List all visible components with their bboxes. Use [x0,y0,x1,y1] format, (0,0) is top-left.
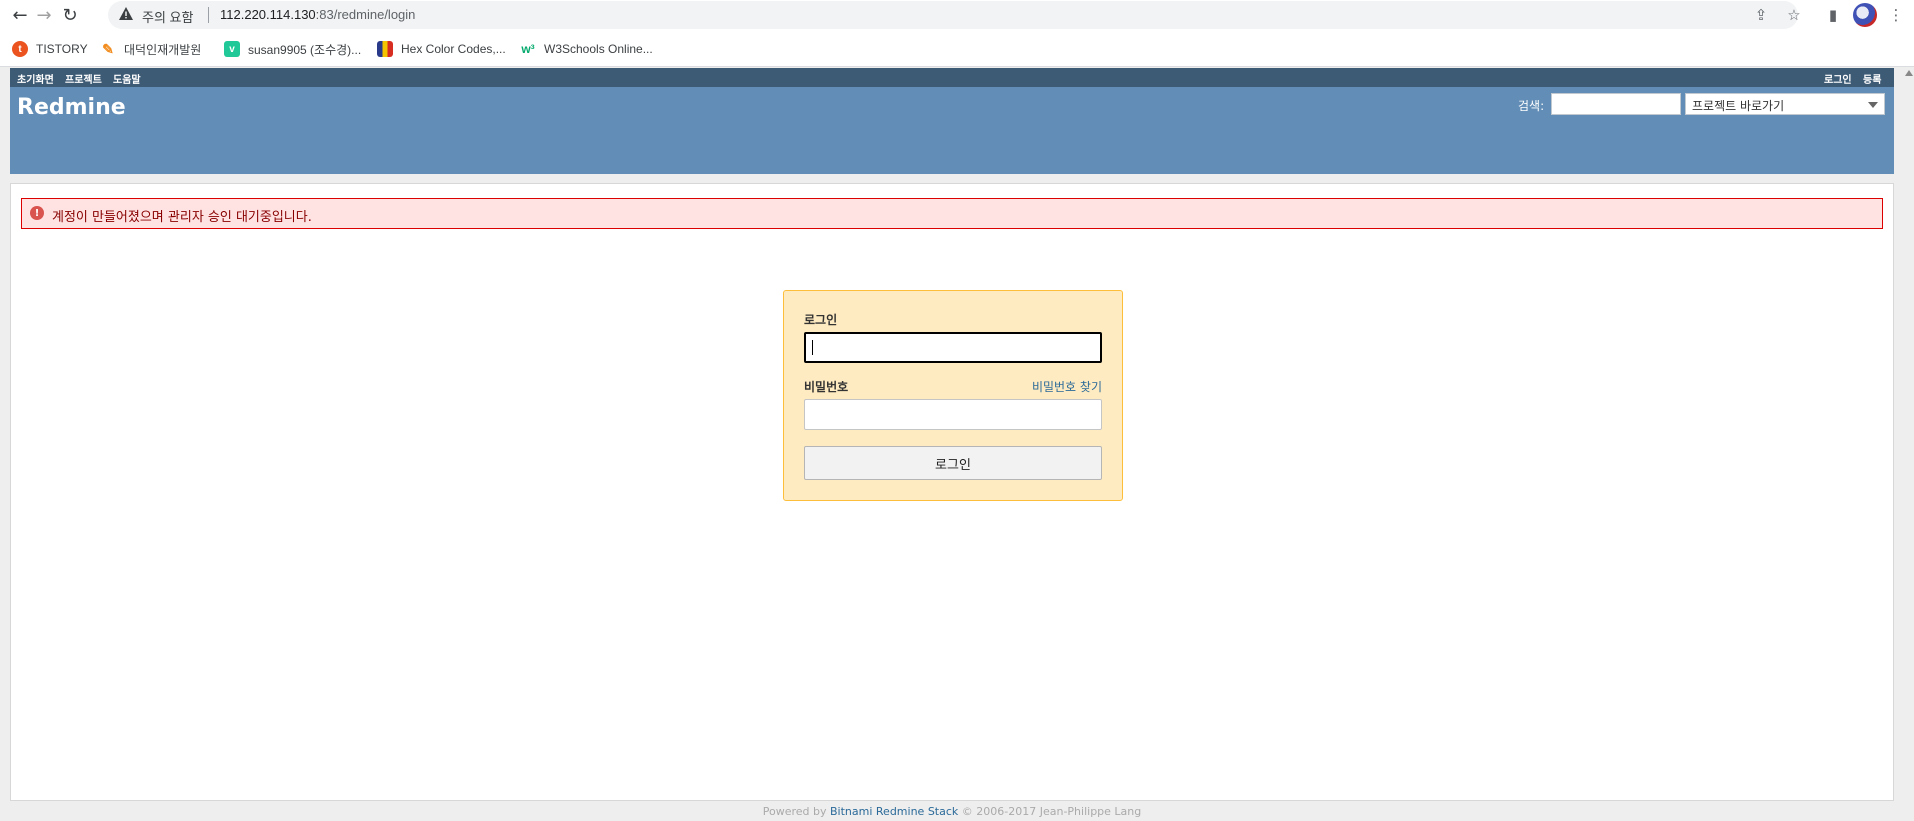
bookmark-label: Hex Color Codes,... [401,42,506,56]
search-input[interactable] [1551,93,1681,115]
top-menu-help[interactable]: 도움말 [113,71,141,86]
main-content: ! 계정이 만들어졌으며 관리자 승인 대기중입니다. 로그인 비밀번호 비밀번… [10,183,1894,801]
lost-password-link[interactable]: 비밀번호 찾기 [1032,378,1102,395]
text-cursor [812,340,813,355]
project-jump-select[interactable]: 프로젝트 바로가기 [1685,93,1885,115]
scroll-up-arrow[interactable] [1905,70,1913,76]
bookmark-label: 대덕인재개발원 [124,42,202,57]
top-menu-home[interactable]: 초기화면 [17,71,54,86]
footer-prefix: Powered by [762,805,831,818]
password-input[interactable] [804,399,1102,430]
bookmark-hex-color[interactable]: Hex Color Codes,... [377,39,506,59]
profile-avatar[interactable] [1853,3,1877,27]
url-text[interactable]: 112.220.114.130:83/redmine/login [220,7,415,22]
color-palette-icon [377,41,393,57]
tistory-icon: t [12,41,28,57]
bookmark-label: TISTORY [36,42,88,56]
security-warning-text[interactable]: 주의 요함 [142,7,193,26]
w3schools-icon: w³ [521,42,535,56]
url-host: 112.220.114.130 [220,7,316,22]
more-menu-icon[interactable]: ⋮ [1885,4,1907,26]
reload-button[interactable]: ↻ [58,3,82,27]
footer: Powered by Bitnami Redmine Stack © 2006-… [0,805,1904,818]
page-title: Redmine [17,95,126,120]
omnibox-divider [208,7,209,23]
username-input[interactable] [804,332,1102,363]
page-header: Redmine 검색: 프로젝트 바로가기 [10,87,1894,174]
forward-button[interactable]: → [32,3,56,27]
project-jump-label: 프로젝트 바로가기 [1692,99,1785,113]
bookmark-label: W3Schools Online... [544,42,653,56]
url-path: :83/redmine/login [315,7,416,22]
bookmark-w3schools[interactable]: w³ W3Schools Online... [520,39,653,59]
back-button[interactable]: ← [8,3,32,27]
top-menu: 초기화면 프로젝트 도움말 로그인 등록 [10,68,1894,87]
bookmark-tistory[interactable]: t TISTORY [12,39,88,59]
flash-message: 계정이 만들어졌으며 관리자 승인 대기중입니다. [52,210,312,225]
flash-error: ! 계정이 만들어졌으며 관리자 승인 대기중입니다. [21,198,1883,229]
bookmark-label: susan9905 (조수경)... [248,42,362,57]
bookmark-velog[interactable]: v susan9905 (조수경)... [224,39,361,59]
login-button[interactable]: 로그인 [804,446,1102,480]
feather-icon: ✎ [102,40,114,57]
login-form: 로그인 비밀번호 비밀번호 찾기 로그인 [783,290,1123,501]
warning-icon[interactable] [118,6,134,22]
address-bar[interactable]: 주의 요함 112.220.114.130:83/redmine/login [108,1,1798,29]
side-panel-icon[interactable]: ▮ [1822,4,1844,26]
error-icon: ! [30,206,44,220]
footer-suffix: © 2006-2017 Jean-Philippe Lang [958,805,1142,818]
star-icon[interactable]: ☆ [1783,4,1805,26]
top-menu-register[interactable]: 등록 [1863,71,1881,86]
password-label: 비밀번호 [804,380,849,394]
bookmark-daedeok[interactable]: ✎ 대덕인재개발원 [100,39,201,59]
username-label: 로그인 [804,313,838,327]
top-menu-login[interactable]: 로그인 [1824,71,1852,86]
bookmarks-bar: t TISTORY ✎ 대덕인재개발원 v susan9905 (조수경)...… [0,30,1914,67]
share-icon[interactable]: ⇪ [1750,4,1772,26]
footer-link[interactable]: Bitnami Redmine Stack [830,805,958,818]
chevron-down-icon [1868,102,1878,108]
search-label: 검색: [1518,99,1545,113]
velog-icon: v [224,41,240,57]
browser-toolbar: ← → ↻ 주의 요함 112.220.114.130:83/redmine/l… [0,0,1914,30]
top-menu-projects[interactable]: 프로젝트 [65,71,102,86]
